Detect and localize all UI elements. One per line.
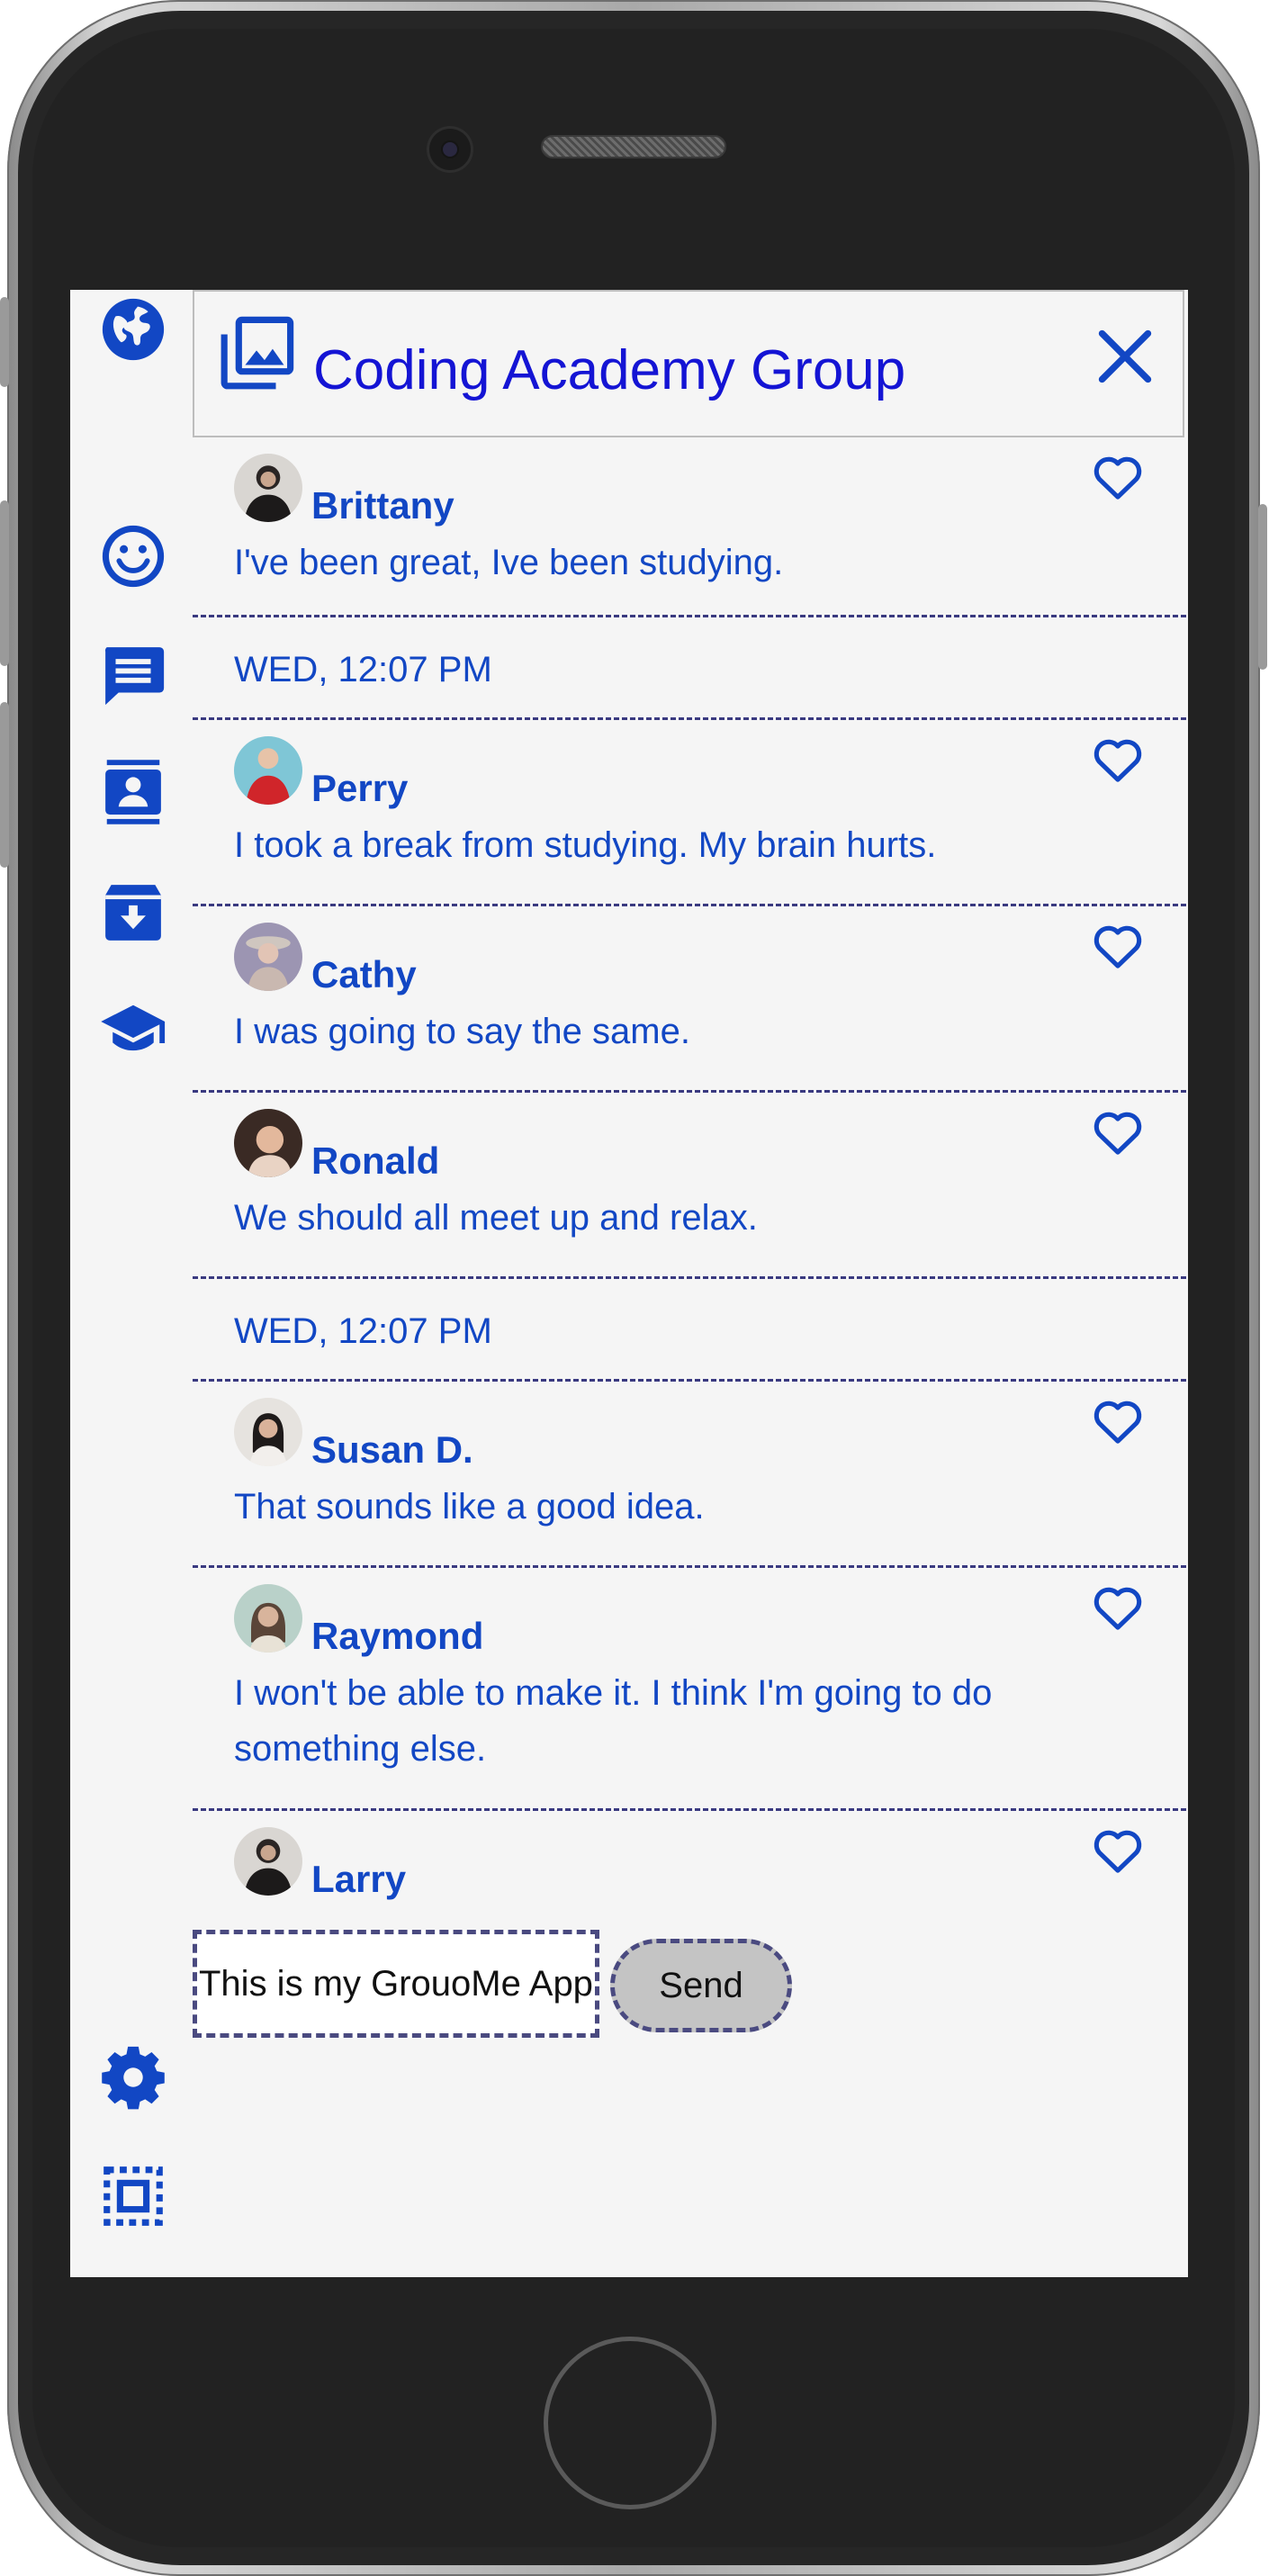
archive-icon[interactable]: [97, 877, 169, 949]
message-item: Susan D. That sounds like a good idea.: [193, 1382, 1186, 1568]
heart-icon[interactable]: [1093, 1109, 1143, 1156]
message-item: Larry: [193, 1811, 1186, 1919]
message-item: Ronald We should all meet up and relax.: [193, 1093, 1186, 1279]
message-text: That sounds like a good idea.: [234, 1487, 705, 1527]
message-text: I've been great, Ive been studying.: [234, 543, 784, 582]
message-list: Brittany I've been great, Ive been study…: [193, 437, 1186, 1919]
message-item: Perry I took a break from studying. My b…: [193, 720, 1186, 906]
message-input[interactable]: [193, 1930, 599, 2038]
contacts-icon[interactable]: [97, 756, 169, 828]
avatar: [234, 736, 302, 805]
sender-name: Cathy: [311, 953, 417, 995]
avatar: [234, 923, 302, 991]
globe-icon[interactable]: [97, 293, 169, 365]
heart-icon[interactable]: [1093, 1827, 1143, 1874]
timestamp: WED, 12:07 PM: [234, 650, 492, 689]
sender-name: Brittany: [311, 484, 454, 527]
selection-icon[interactable]: [97, 2160, 169, 2232]
heart-icon[interactable]: [1093, 736, 1143, 783]
earpiece-speaker: [543, 137, 724, 157]
sender-name: Raymond: [311, 1615, 484, 1657]
message-item: Raymond I won't be able to make it. I th…: [193, 1568, 1186, 1811]
home-button[interactable]: [544, 2337, 716, 2509]
avatar: [234, 1827, 302, 1896]
avatar: [234, 1398, 302, 1466]
gear-icon[interactable]: [97, 2041, 169, 2113]
sender-name: Susan D.: [311, 1428, 473, 1471]
smiley-icon[interactable]: [97, 520, 169, 592]
close-icon[interactable]: [1094, 326, 1156, 387]
gallery-icon[interactable]: [218, 315, 295, 392]
sender-name: Larry: [311, 1858, 407, 1900]
timestamp-divider: WED, 12:07 PM: [193, 617, 1186, 720]
message-text: I won't be able to make it. I think I'm …: [234, 1673, 993, 1769]
sender-name: Perry: [311, 767, 409, 809]
phone-volume-up: [0, 500, 9, 666]
sidebar: [70, 290, 193, 2277]
message-text: I was going to say the same.: [234, 1012, 690, 1051]
sender-name: Ronald: [311, 1139, 440, 1182]
heart-icon[interactable]: [1093, 1584, 1143, 1631]
heart-icon[interactable]: [1093, 454, 1143, 500]
message-item: Brittany I've been great, Ive been study…: [193, 437, 1186, 617]
message-text: I took a break from studying. My brain h…: [234, 825, 937, 865]
send-button[interactable]: Send: [610, 1939, 792, 2032]
graduation-cap-icon[interactable]: [97, 995, 169, 1067]
phone-volume-down: [0, 702, 9, 868]
message-item: Cathy I was going to say the same.: [193, 906, 1186, 1093]
timestamp-divider: WED, 12:07 PM: [193, 1279, 1186, 1382]
avatar: [234, 1109, 302, 1177]
avatar: [234, 454, 302, 522]
heart-icon[interactable]: [1093, 1398, 1143, 1445]
heart-icon[interactable]: [1093, 923, 1143, 969]
chat-header: Coding Academy Group: [193, 290, 1184, 437]
front-camera: [429, 129, 471, 170]
message-text: We should all meet up and relax.: [234, 1198, 758, 1238]
timestamp: WED, 12:07 PM: [234, 1311, 492, 1351]
page-title: Coding Academy Group: [313, 339, 906, 401]
avatar: [234, 1584, 302, 1653]
app-screen: Coding Academy Group Brittany I've been …: [70, 290, 1188, 2277]
phone-silent-switch: [0, 297, 9, 387]
chat-icon[interactable]: [97, 639, 169, 711]
phone-power-button: [1258, 504, 1267, 670]
